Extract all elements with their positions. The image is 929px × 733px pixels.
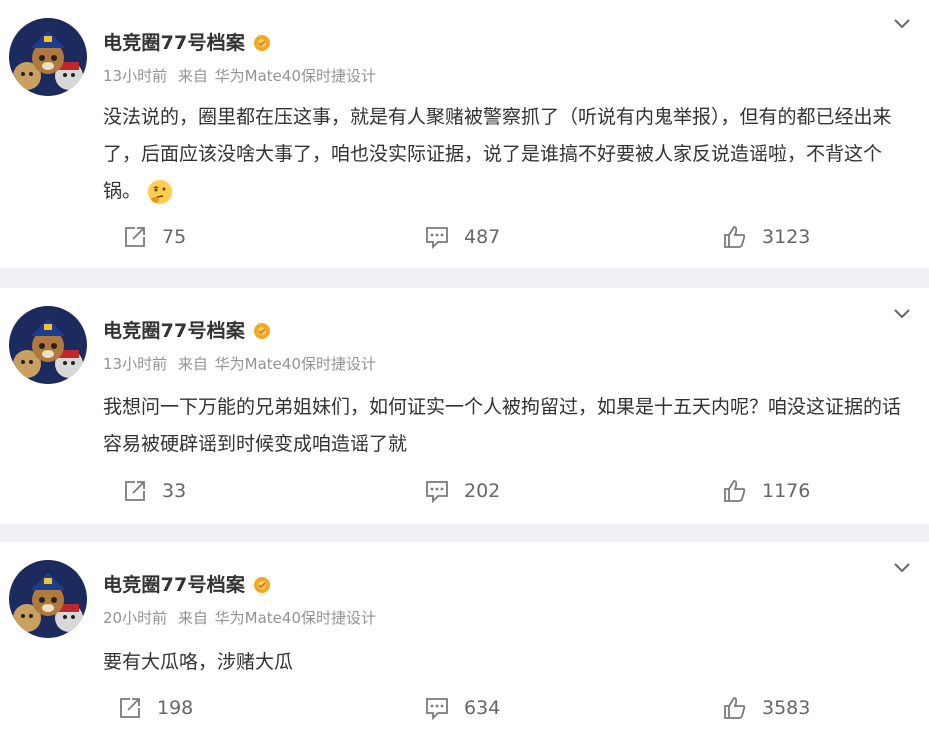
avatar[interactable]	[9, 18, 87, 96]
post-card: 电竞圈77号档案 13小时前 来自 华为Mate40保时捷设计 没法说的，圈里都…	[0, 0, 929, 268]
post-card: 电竞圈77号档案 20小时前 来自 华为Mate40保时捷设计 要有大瓜咯，涉赌…	[0, 542, 929, 733]
comment-icon	[426, 698, 448, 721]
post-actions: 198 634 3583	[0, 695, 929, 725]
post-device[interactable]: 华为Mate40保时捷设计	[215, 355, 376, 373]
like-button[interactable]: 3123	[722, 224, 810, 250]
post-time[interactable]: 20小时前	[103, 609, 167, 627]
thumbs-up-icon	[724, 697, 746, 719]
post-actions: 75 487 3123	[0, 224, 929, 254]
author-name[interactable]: 电竞圈77号档案	[103, 570, 245, 597]
repost-button[interactable]: 75	[122, 224, 186, 250]
source-prefix: 来自	[177, 355, 208, 373]
repost-count: 75	[162, 226, 187, 248]
like-count: 3583	[762, 697, 811, 719]
comment-icon	[426, 481, 448, 504]
post-meta: 13小时前 来自 华为Mate40保时捷设计	[103, 65, 382, 86]
avatar[interactable]	[9, 306, 87, 384]
source-prefix: 来自	[177, 67, 208, 85]
post-device[interactable]: 华为Mate40保时捷设计	[215, 67, 376, 85]
post-text: 我想问一下万能的兄弟姐妹们，如何证实一个人被拘留过，如果是十五天内呢？咱没这证据…	[103, 389, 915, 463]
repost-count: 198	[157, 697, 194, 719]
comment-button[interactable]: 634	[424, 695, 500, 721]
repost-button[interactable]: 198	[117, 695, 193, 721]
like-count: 1176	[762, 480, 811, 502]
post-text: 没法说的，圈里都在压这事，就是有人聚赌被警察抓了（听说有内鬼举报），但有的都已经…	[103, 99, 915, 210]
comment-count: 634	[464, 697, 501, 719]
comment-count: 202	[464, 480, 501, 502]
post-text-content: 我想问一下万能的兄弟姐妹们，如何证实一个人被拘留过，如果是十五天内呢？咱没这证据…	[103, 396, 902, 455]
author-row: 电竞圈77号档案	[103, 570, 273, 597]
comment-button[interactable]: 487	[424, 224, 500, 250]
repost-button[interactable]: 33	[122, 478, 186, 504]
comment-icon	[426, 227, 448, 250]
source-prefix: 来自	[177, 609, 208, 627]
like-button[interactable]: 3583	[722, 695, 810, 721]
repost-icon	[120, 698, 140, 718]
post-time[interactable]: 13小时前	[103, 67, 167, 85]
post-text-content: 要有大瓜咯，涉赌大瓜	[103, 651, 294, 673]
comment-button[interactable]: 202	[424, 478, 500, 504]
weibo-feed: 电竞圈77号档案 13小时前 来自 华为Mate40保时捷设计 没法说的，圈里都…	[0, 0, 929, 733]
author-row: 电竞圈77号档案	[103, 316, 273, 343]
post-text-content: 没法说的，圈里都在压这事，就是有人聚赌被警察抓了（听说有内鬼举报），但有的都已经…	[103, 106, 892, 202]
post-meta: 20小时前 来自 华为Mate40保时捷设计	[103, 607, 382, 628]
author-name[interactable]: 电竞圈77号档案	[103, 316, 245, 343]
repost-count: 33	[162, 480, 187, 502]
vip-badge-icon[interactable]	[251, 31, 273, 53]
chevron-down-icon[interactable]	[891, 302, 913, 324]
repost-icon	[125, 227, 145, 247]
comment-count: 487	[464, 226, 501, 248]
post-time[interactable]: 13小时前	[103, 355, 167, 373]
avatar[interactable]	[9, 560, 87, 638]
post-meta: 13小时前 来自 华为Mate40保时捷设计	[103, 353, 382, 374]
chevron-down-icon[interactable]	[891, 556, 913, 578]
like-count: 3123	[762, 226, 811, 248]
post-actions: 33 202 1176	[0, 478, 929, 508]
author-name[interactable]: 电竞圈77号档案	[103, 28, 245, 55]
thinking-emoji-icon	[148, 179, 173, 204]
vip-badge-icon[interactable]	[251, 319, 273, 341]
author-row: 电竞圈77号档案	[103, 28, 273, 55]
thumbs-up-icon	[724, 480, 746, 502]
thumbs-up-icon	[724, 226, 746, 248]
post-device[interactable]: 华为Mate40保时捷设计	[215, 609, 376, 627]
repost-icon	[125, 481, 145, 501]
post-card: 电竞圈77号档案 13小时前 来自 华为Mate40保时捷设计 我想问一下万能的…	[0, 288, 929, 524]
vip-badge-icon[interactable]	[251, 573, 273, 595]
like-button[interactable]: 1176	[722, 478, 810, 504]
post-text: 要有大瓜咯，涉赌大瓜	[103, 644, 915, 681]
chevron-down-icon[interactable]	[891, 12, 913, 34]
